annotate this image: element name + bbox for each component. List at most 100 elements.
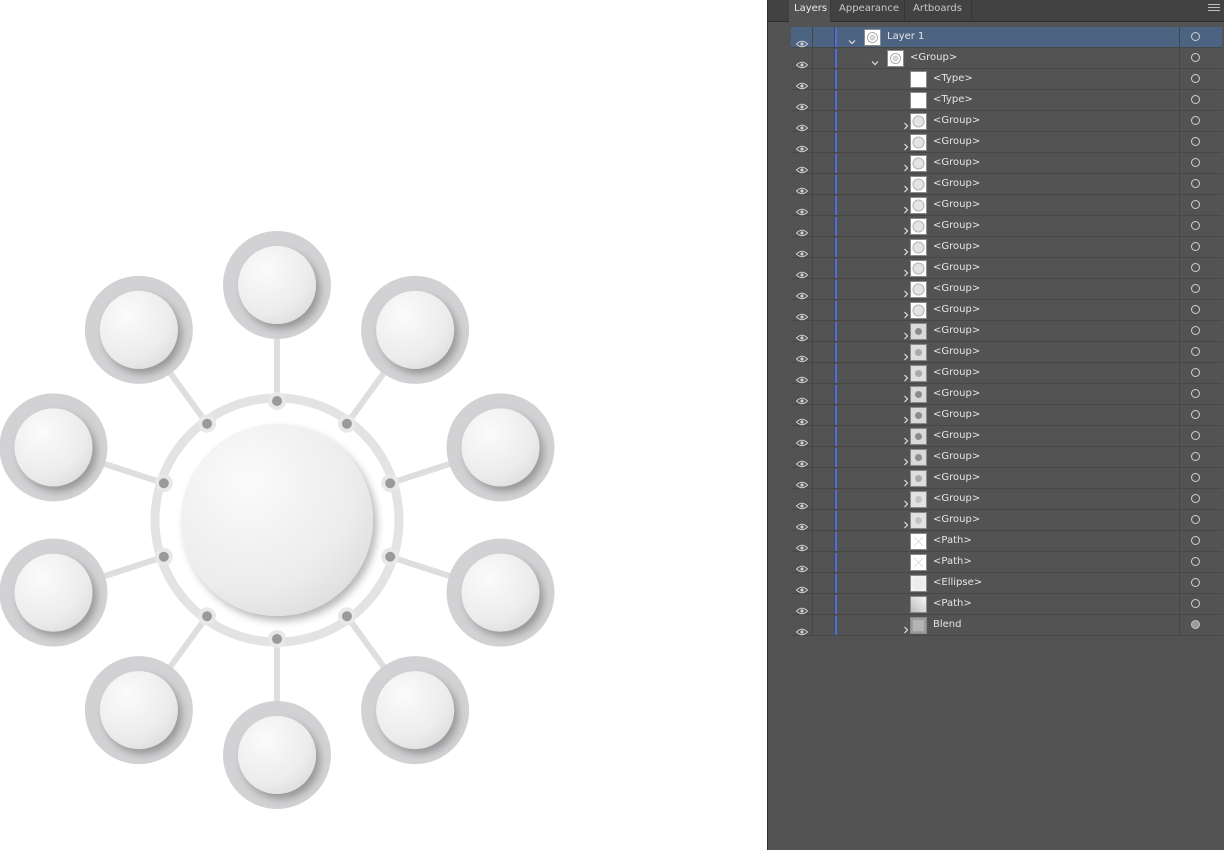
layer-name[interactable]: <Group> bbox=[933, 450, 980, 464]
eye-icon[interactable] bbox=[795, 474, 809, 489]
layer-row[interactable]: <Group> bbox=[791, 174, 1222, 195]
outer-circle-face[interactable] bbox=[14, 553, 93, 632]
layer-name[interactable]: <Path> bbox=[933, 534, 972, 548]
outer-circle-face[interactable] bbox=[99, 671, 178, 750]
target-circle-icon[interactable] bbox=[1191, 452, 1200, 461]
layer-row[interactable]: <Group> bbox=[791, 237, 1222, 258]
eye-icon[interactable] bbox=[795, 579, 809, 594]
target-circle-icon[interactable] bbox=[1191, 179, 1200, 188]
layer-row[interactable]: Blend bbox=[791, 615, 1222, 636]
layer-row[interactable]: <Path> bbox=[791, 552, 1222, 573]
outer-circle-face[interactable] bbox=[238, 246, 316, 324]
target-circle-icon[interactable] bbox=[1191, 347, 1200, 356]
eye-icon[interactable] bbox=[795, 516, 809, 531]
layer-row[interactable]: <Type> bbox=[791, 90, 1222, 111]
layer-row[interactable]: <Group> bbox=[791, 426, 1222, 447]
target-circle-icon[interactable] bbox=[1191, 368, 1200, 377]
target-circle-icon[interactable] bbox=[1191, 32, 1200, 41]
target-circle-icon[interactable] bbox=[1191, 95, 1200, 104]
layer-row[interactable]: <Group> bbox=[791, 447, 1222, 468]
eye-icon[interactable] bbox=[795, 558, 809, 573]
hamburger-menu-icon[interactable] bbox=[1208, 2, 1220, 14]
layer-name[interactable]: <Group> bbox=[933, 345, 980, 359]
layer-name[interactable]: <Group> bbox=[933, 366, 980, 380]
eye-icon[interactable] bbox=[795, 495, 809, 510]
layer-name[interactable]: <Group> bbox=[933, 114, 980, 128]
layer-name[interactable]: Blend bbox=[933, 618, 961, 632]
layer-name[interactable]: <Group> bbox=[933, 429, 980, 443]
layer-row[interactable]: <Group> bbox=[791, 489, 1222, 510]
layer-name[interactable]: <Group> bbox=[933, 177, 980, 191]
eye-icon[interactable] bbox=[795, 621, 809, 636]
layer-row[interactable]: <Path> bbox=[791, 594, 1222, 615]
target-circle-icon[interactable] bbox=[1191, 536, 1200, 545]
eye-icon[interactable] bbox=[795, 222, 809, 237]
layer-row[interactable]: <Group> bbox=[791, 216, 1222, 237]
layer-name[interactable]: <Group> bbox=[933, 261, 980, 275]
hub-spoke-artwork[interactable] bbox=[0, 0, 767, 850]
layer-name[interactable]: <Path> bbox=[933, 597, 972, 611]
layer-name[interactable]: <Group> bbox=[910, 51, 957, 65]
layer-row[interactable]: <Group> bbox=[791, 195, 1222, 216]
target-circle-icon[interactable] bbox=[1191, 158, 1200, 167]
layer-row[interactable]: <Path> bbox=[791, 531, 1222, 552]
target-circle-icon[interactable] bbox=[1191, 263, 1200, 272]
tab-appearance[interactable]: Appearance bbox=[831, 0, 905, 21]
center-circle[interactable] bbox=[181, 424, 373, 616]
eye-icon[interactable] bbox=[795, 180, 809, 195]
target-circle-icon[interactable] bbox=[1191, 578, 1200, 587]
connector-dot-inner[interactable] bbox=[385, 551, 396, 562]
connector-dot-inner[interactable] bbox=[385, 478, 396, 489]
eye-icon[interactable] bbox=[795, 75, 809, 90]
target-circle-icon[interactable] bbox=[1191, 473, 1200, 482]
target-circle-icon[interactable] bbox=[1191, 326, 1200, 335]
layer-row[interactable]: Layer 1 bbox=[791, 27, 1222, 48]
layer-name[interactable]: <Type> bbox=[933, 93, 973, 107]
layer-name[interactable]: <Group> bbox=[933, 135, 980, 149]
target-circle-icon[interactable] bbox=[1191, 599, 1200, 608]
layer-name[interactable]: <Group> bbox=[933, 198, 980, 212]
connector-dot-inner[interactable] bbox=[158, 551, 169, 562]
eye-icon[interactable] bbox=[795, 411, 809, 426]
connector-dot-inner[interactable] bbox=[272, 634, 282, 644]
target-circle-icon[interactable] bbox=[1191, 137, 1200, 146]
target-circle-icon[interactable] bbox=[1191, 410, 1200, 419]
connector-dot-inner[interactable] bbox=[341, 418, 352, 429]
connector-dot-inner[interactable] bbox=[158, 478, 169, 489]
eye-icon[interactable] bbox=[795, 537, 809, 552]
connector-dot-inner[interactable] bbox=[341, 611, 352, 622]
eye-icon[interactable] bbox=[795, 432, 809, 447]
eye-icon[interactable] bbox=[795, 201, 809, 216]
layer-row[interactable]: <Group> bbox=[791, 384, 1222, 405]
target-circle-icon[interactable] bbox=[1191, 557, 1200, 566]
target-circle-icon[interactable] bbox=[1191, 74, 1200, 83]
eye-icon[interactable] bbox=[795, 159, 809, 174]
eye-icon[interactable] bbox=[795, 285, 809, 300]
layer-row[interactable]: <Group> bbox=[791, 510, 1222, 531]
eye-icon[interactable] bbox=[795, 453, 809, 468]
layer-row[interactable]: <Type> bbox=[791, 69, 1222, 90]
layer-row[interactable]: <Group> bbox=[791, 405, 1222, 426]
layer-name[interactable]: <Group> bbox=[933, 219, 980, 233]
eye-icon[interactable] bbox=[795, 348, 809, 363]
target-circle-icon[interactable] bbox=[1191, 515, 1200, 524]
eye-icon[interactable] bbox=[795, 138, 809, 153]
tab-layers[interactable]: Layers bbox=[789, 0, 831, 22]
layer-row[interactable]: <Group> bbox=[791, 363, 1222, 384]
outer-circle-face[interactable] bbox=[14, 408, 93, 487]
outer-circle-face[interactable] bbox=[376, 671, 455, 750]
eye-icon[interactable] bbox=[795, 117, 809, 132]
target-circle-icon[interactable] bbox=[1191, 221, 1200, 230]
target-circle-icon[interactable] bbox=[1191, 494, 1200, 503]
eye-icon[interactable] bbox=[795, 264, 809, 279]
layer-name[interactable]: <Group> bbox=[933, 156, 980, 170]
layer-row[interactable]: <Group> bbox=[791, 279, 1222, 300]
eye-icon[interactable] bbox=[795, 96, 809, 111]
eye-icon[interactable] bbox=[795, 33, 809, 48]
eye-icon[interactable] bbox=[795, 390, 809, 405]
layer-name[interactable]: <Ellipse> bbox=[933, 576, 982, 590]
outer-circle-face[interactable] bbox=[238, 716, 316, 794]
layer-name[interactable]: <Group> bbox=[933, 513, 980, 527]
layer-row[interactable]: <Group> bbox=[791, 342, 1222, 363]
eye-icon[interactable] bbox=[795, 327, 809, 342]
